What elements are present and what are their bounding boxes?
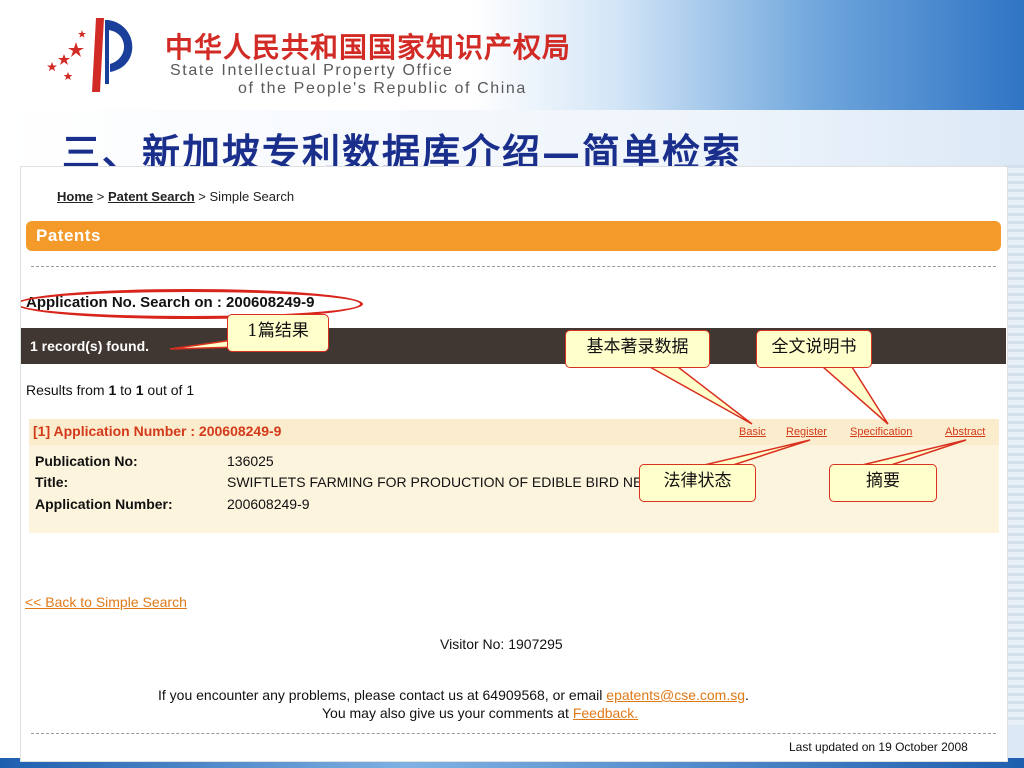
field-value-title: SWIFTLETS FARMING FOR PRODUCTION OF EDIB… — [227, 474, 670, 490]
sipo-logo-icon — [47, 18, 133, 92]
callout-record-count: 1篇结果 — [227, 314, 329, 352]
last-updated: Last updated on 19 October 2008 — [789, 740, 968, 754]
breadcrumb-patent-search-link[interactable]: Patent Search — [108, 189, 195, 204]
callout-basic-bibliographic: 基本著录数据 — [565, 330, 710, 368]
basic-link[interactable]: Basic — [739, 426, 766, 438]
field-label-title: Title: — [35, 474, 69, 490]
field-label-application-number: Application Number: — [35, 496, 173, 512]
org-name-en-line2: of the People's Republic of China — [238, 80, 527, 97]
results-prefix: Results from — [26, 382, 105, 398]
breadcrumb-current: Simple Search — [209, 189, 295, 204]
callout-abstract: 摘要 — [829, 464, 937, 502]
dashed-divider — [31, 733, 996, 734]
results-from-number: 1 — [108, 382, 117, 398]
org-name-en-line1: State Intellectual Property Office — [170, 62, 454, 79]
org-name-cn: 中华人民共和国国家知识产权局 — [165, 31, 572, 64]
field-value-publication-no: 136025 — [227, 453, 274, 469]
callout-full-specification: 全文说明书 — [756, 330, 872, 368]
results-to-number: 1 — [135, 382, 144, 398]
back-to-simple-search-link[interactable]: << Back to Simple Search — [25, 594, 187, 610]
contact-email-link[interactable]: epatents@cse.com.sg — [606, 687, 745, 703]
contact-end: . — [745, 687, 749, 703]
dashed-divider — [31, 266, 996, 267]
abstract-link[interactable]: Abstract — [945, 426, 985, 438]
breadcrumb-home-link[interactable]: Home — [57, 189, 93, 204]
comments-text: You may also give us your comments at — [322, 705, 569, 721]
contact-text: If you encounter any problems, please co… — [158, 687, 603, 703]
feedback-link[interactable]: Feedback. — [573, 705, 638, 721]
slide: 中华人民共和国国家知识产权局 State Intellectual Proper… — [0, 0, 1024, 768]
breadcrumb-separator: > — [96, 189, 105, 204]
results-to-word: to — [120, 382, 132, 398]
records-found-text: 1 record(s) found. — [30, 338, 150, 354]
contact-line: If you encounter any problems, please co… — [158, 687, 749, 703]
field-label-publication-no: Publication No: — [35, 453, 138, 469]
breadcrumb-separator: > — [198, 189, 206, 204]
comments-line: You may also give us your comments at Fe… — [322, 705, 638, 721]
result-header-title: [1] Application Number : 200608249-9 — [33, 423, 282, 439]
specification-link[interactable]: Specification — [850, 426, 912, 438]
field-value-application-number: 200608249-9 — [227, 496, 310, 512]
callout-legal-status: 法律状态 — [639, 464, 756, 502]
register-link[interactable]: Register — [786, 426, 827, 438]
results-suffix: out of 1 — [147, 382, 195, 398]
visitor-counter: Visitor No: 1907295 — [440, 636, 563, 652]
breadcrumb: Home > Patent Search > Simple Search — [57, 189, 294, 204]
patents-section-header: Patents — [26, 221, 1001, 251]
results-range: Results from 1 to 1 out of 1 — [26, 382, 194, 398]
